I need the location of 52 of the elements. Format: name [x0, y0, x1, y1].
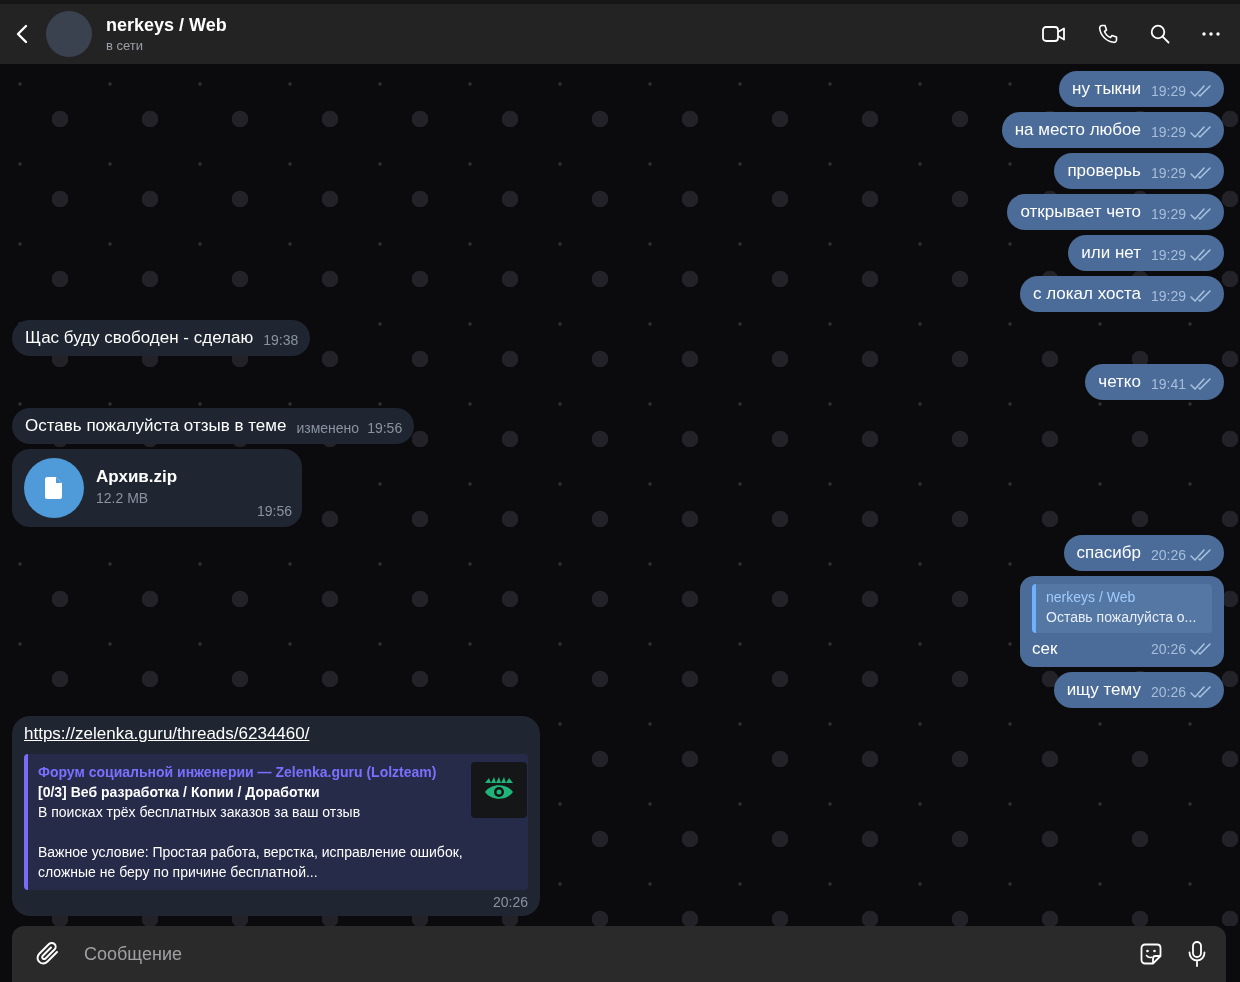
- message-time: 20:26: [1150, 684, 1186, 700]
- message-time: 20:26: [1150, 641, 1186, 657]
- message-time: 19:56: [367, 420, 403, 436]
- message-time: 19:29: [1150, 165, 1186, 181]
- message-text: четко: [1098, 372, 1141, 392]
- file-size: 12.2 MB: [96, 490, 150, 506]
- message-link[interactable]: https://zelenka.guru/threads/6234460/: [24, 724, 310, 744]
- online-status: в сети: [106, 38, 145, 53]
- message-time: 19:29: [1150, 83, 1186, 99]
- message-time: 19:29: [1150, 206, 1186, 222]
- file-name: Архив.zip: [96, 467, 178, 487]
- message-text: на место любое: [1014, 120, 1141, 140]
- file-message[interactable]: Архив.zip 12.2 MB 19:56: [12, 449, 302, 527]
- message-text: или нет: [1081, 243, 1141, 263]
- preview-description: Важное условие: Простая работа, верстка, исправление ошибок,: [38, 843, 463, 862]
- message-field[interactable]: Сообщение: [12, 926, 1226, 982]
- message-time: 19:56: [256, 503, 292, 519]
- message-text: Щас буду свободен - сделаю: [25, 328, 254, 348]
- message-text: Оставь пожалуйста отзыв в теме: [25, 416, 287, 436]
- message-text: сек: [1032, 639, 1058, 659]
- message-time: 19:29: [1150, 247, 1186, 263]
- message-time: 20:26: [1150, 547, 1186, 563]
- more-icon: [1202, 32, 1220, 36]
- preview-description: В поисках трёх бесплатных заказов за ваш отзыв: [38, 803, 362, 822]
- preview-description: сложные не беру по причине бесплатной...: [38, 863, 319, 882]
- microphone-icon: [1188, 941, 1206, 967]
- back-icon: [16, 24, 28, 44]
- message-text: ищу тему: [1066, 680, 1141, 700]
- link-preview[interactable]: [24, 754, 528, 890]
- message-input[interactable]: Сообщение: [82, 942, 1120, 966]
- message-time: 19:38: [263, 332, 299, 348]
- message-text: ну тыкни: [1072, 79, 1141, 99]
- message-time: 19:29: [1150, 124, 1186, 140]
- message-text: спасибр: [1076, 543, 1141, 563]
- message-text: проверьь: [1067, 161, 1141, 181]
- search-icon: [1150, 24, 1170, 44]
- edited-label: изменено: [296, 420, 360, 436]
- video-camera-icon: [1042, 25, 1066, 43]
- file-icon[interactable]: [24, 458, 84, 518]
- sticker-icon: [1140, 943, 1162, 965]
- message-time: 19:41: [1150, 376, 1186, 392]
- reply-quote[interactable]: nerkeys / Web Оставь пожалуйста о...: [1032, 584, 1212, 633]
- preview-site-name: Форум социальной инженерии — Zelenka.guru (Lolzteam): [38, 763, 438, 782]
- phone-icon: [1098, 24, 1118, 44]
- message-text: с локал хоста: [1032, 284, 1141, 304]
- reply-text: Оставь пожалуйста о...: [1046, 609, 1198, 625]
- message-time: 19:29: [1150, 288, 1186, 304]
- chat-title: nerkeys / Web: [106, 15, 227, 36]
- message-time: 20:26: [492, 894, 528, 910]
- reply-author: nerkeys / Web: [1046, 589, 1137, 605]
- preview-title: [0/3] Веб разработка / Копии / Доработки: [38, 783, 321, 802]
- message-text: открывает чето: [1020, 202, 1141, 222]
